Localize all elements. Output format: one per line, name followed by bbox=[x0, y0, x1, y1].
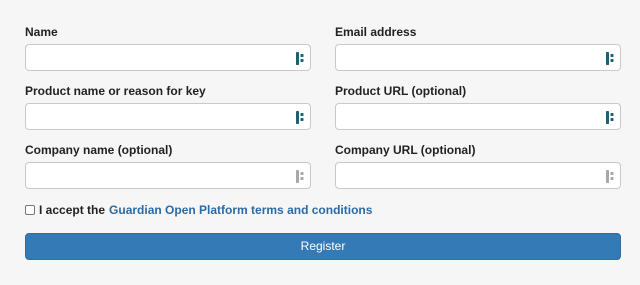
email-label: Email address bbox=[335, 25, 417, 39]
product-name-input[interactable] bbox=[26, 104, 310, 129]
product-name-input-wrapper bbox=[25, 103, 311, 130]
email-input[interactable] bbox=[336, 45, 620, 70]
email-input-wrapper bbox=[335, 44, 621, 71]
name-input-wrapper bbox=[25, 44, 311, 71]
api-key-registration-form: Name Email address Product name or reaso… bbox=[0, 0, 640, 285]
company-url-input-wrapper bbox=[335, 162, 621, 189]
password-manager-icon[interactable] bbox=[606, 111, 616, 124]
product-url-input[interactable] bbox=[336, 104, 620, 129]
register-button[interactable]: Register bbox=[25, 233, 621, 260]
name-field-group: Name bbox=[25, 24, 311, 71]
company-url-label: Company URL (optional) bbox=[335, 143, 476, 157]
terms-prefix-text: I accept the bbox=[39, 203, 106, 217]
name-input[interactable] bbox=[26, 45, 310, 70]
company-name-input-wrapper bbox=[25, 162, 311, 189]
company-name-field-group: Company name (optional) bbox=[25, 142, 311, 189]
name-label: Name bbox=[25, 25, 58, 39]
product-url-field-group: Product URL (optional) bbox=[335, 83, 621, 130]
company-name-label: Company name (optional) bbox=[25, 143, 173, 157]
terms-link[interactable]: Guardian Open Platform terms and conditi… bbox=[109, 203, 372, 217]
terms-checkbox[interactable] bbox=[25, 205, 35, 215]
email-field-group: Email address bbox=[335, 24, 621, 71]
password-manager-icon[interactable] bbox=[606, 52, 616, 65]
password-manager-icon[interactable] bbox=[296, 111, 306, 124]
password-manager-icon[interactable] bbox=[606, 170, 616, 183]
product-name-field-group: Product name or reason for key bbox=[25, 83, 311, 130]
password-manager-icon[interactable] bbox=[296, 52, 306, 65]
product-url-input-wrapper bbox=[335, 103, 621, 130]
company-url-input[interactable] bbox=[336, 163, 620, 188]
terms-consent: I accept the Guardian Open Platform term… bbox=[25, 202, 372, 218]
password-manager-icon[interactable] bbox=[296, 170, 306, 183]
product-url-label: Product URL (optional) bbox=[335, 84, 467, 98]
company-name-input[interactable] bbox=[26, 163, 310, 188]
company-url-field-group: Company URL (optional) bbox=[335, 142, 621, 189]
product-name-label: Product name or reason for key bbox=[25, 84, 206, 98]
